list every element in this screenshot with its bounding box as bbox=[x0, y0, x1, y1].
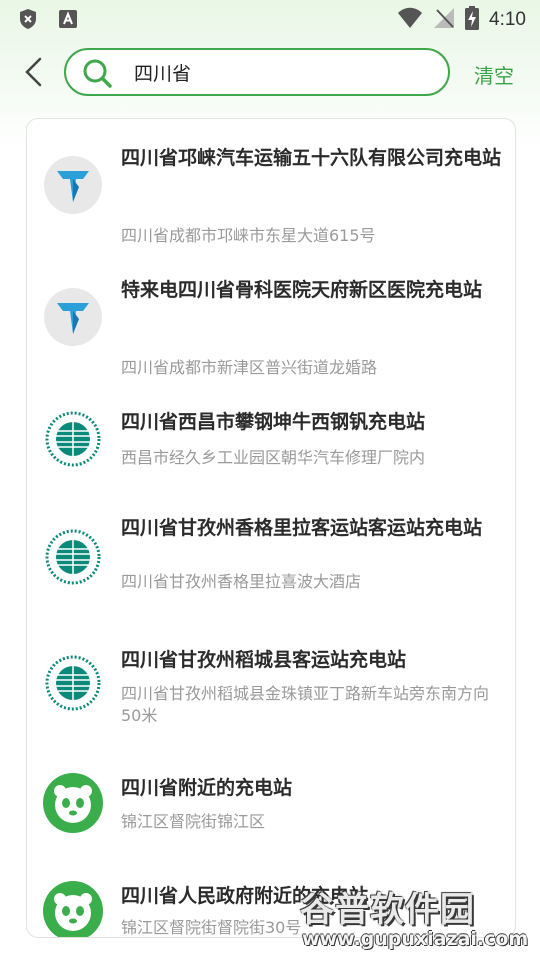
watermark-url: www.gupuxiazai.com bbox=[302, 928, 529, 950]
list-item[interactable]: 四川省甘孜州香格里拉客运站客运站充电站 四川省甘孜州香格里拉喜波大酒店 bbox=[27, 515, 515, 635]
station-address: 四川省甘孜州稻城县金珠镇亚丁路新车站旁东南方向50米 bbox=[121, 684, 490, 725]
status-time: 4:10 bbox=[489, 9, 526, 30]
state-grid-logo-icon bbox=[43, 653, 103, 713]
search-header: 清空 bbox=[0, 44, 540, 104]
list-item[interactable]: 四川省附近的充电站 锦江区督院街锦江区 bbox=[27, 771, 515, 871]
shield-icon bbox=[18, 8, 38, 34]
telaidian-logo-icon bbox=[43, 287, 103, 347]
state-grid-logo-icon bbox=[43, 409, 103, 469]
list-item[interactable]: 四川省西昌市攀钢坤牛西钢钒充电站 西昌市经久乡工业园区朝华汽车修理厂院内 bbox=[27, 405, 515, 505]
results-list: 四川省邛崃汽车运输五十六队有限公司充电站 四川省成都市邛崃市东星大道615号 特… bbox=[26, 118, 516, 938]
list-item[interactable]: 四川省邛崃汽车运输五十六队有限公司充电站 四川省成都市邛崃市东星大道615号 bbox=[27, 141, 515, 261]
watermark-title: 谷普软件园 bbox=[300, 890, 475, 930]
status-bar: 4:10 bbox=[0, 0, 540, 36]
state-grid-logo-icon bbox=[43, 527, 103, 587]
panda-logo-icon bbox=[43, 773, 103, 833]
station-name: 四川省甘孜州香格里拉客运站客运站充电站 bbox=[121, 517, 483, 539]
station-address: 四川省甘孜州香格里拉喜波大酒店 bbox=[121, 572, 362, 591]
station-name: 特来电四川省骨科医院天府新区医院充电站 bbox=[121, 279, 483, 301]
station-address: 西昌市经久乡工业园区朝华汽车修理厂院内 bbox=[121, 448, 426, 467]
battery-charging-icon bbox=[465, 6, 480, 34]
station-address: 锦江区督院街锦江区 bbox=[121, 812, 266, 831]
chevron-left-icon bbox=[23, 57, 43, 91]
wifi-icon bbox=[397, 7, 423, 33]
no-signal-icon bbox=[433, 7, 455, 33]
back-button[interactable] bbox=[16, 54, 50, 94]
station-name: 四川省甘孜州稻城县客运站充电站 bbox=[121, 649, 407, 671]
watermark: 谷普软件园 www.gupuxiazai.com bbox=[296, 876, 540, 960]
clear-button[interactable]: 清空 bbox=[474, 60, 514, 89]
station-name: 四川省西昌市攀钢坤牛西钢钒充电站 bbox=[121, 411, 426, 433]
font-a-icon bbox=[58, 9, 78, 33]
list-item[interactable]: 特来电四川省骨科医院天府新区医院充电站 四川省成都市新津区普兴街道龙婚路 bbox=[27, 273, 515, 393]
telaidian-logo-icon bbox=[43, 155, 103, 215]
search-box[interactable] bbox=[64, 48, 450, 96]
station-name: 四川省邛崃汽车运输五十六队有限公司充电站 bbox=[121, 147, 502, 169]
screen: 4:10 清空 bbox=[0, 0, 540, 960]
list-item[interactable]: 四川省甘孜州稻城县客运站充电站 四川省甘孜州稻城县金珠镇亚丁路新车站旁东南方向5… bbox=[27, 647, 515, 767]
station-address: 四川省成都市新津区普兴街道龙婚路 bbox=[121, 358, 378, 377]
search-input[interactable] bbox=[134, 57, 434, 87]
station-address: 四川省成都市邛崃市东星大道615号 bbox=[121, 226, 376, 245]
panda-logo-icon bbox=[43, 881, 103, 937]
station-name: 四川省附近的充电站 bbox=[121, 777, 293, 799]
search-icon bbox=[82, 58, 112, 88]
